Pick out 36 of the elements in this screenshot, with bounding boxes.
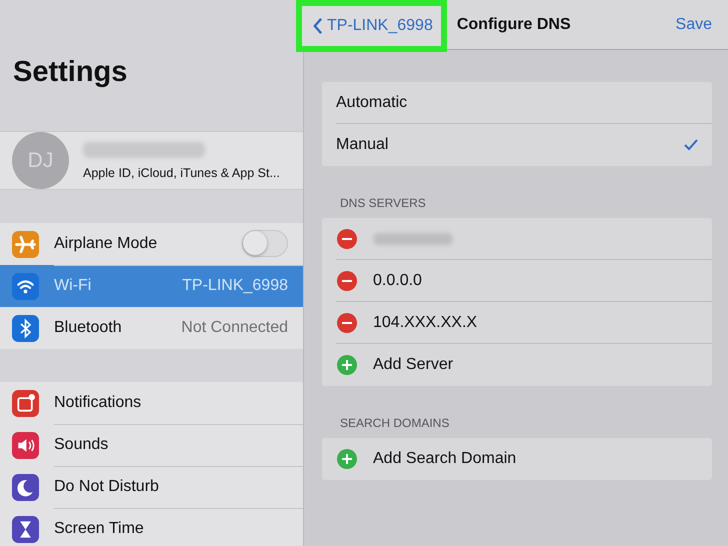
server-address: 0.0.0.0	[373, 272, 422, 290]
row-label: Bluetooth	[54, 319, 122, 337]
dns-mode-option[interactable]: Manual	[322, 124, 712, 166]
add-row-label[interactable]: Add Search Domain	[373, 450, 516, 468]
dns-mode-option[interactable]: Automatic	[322, 82, 712, 124]
settings-title: Settings	[13, 55, 128, 90]
toggle-switch[interactable]	[242, 230, 288, 257]
row-label: Wi-Fi	[54, 277, 92, 295]
settings-row[interactable]: Do Not Disturb	[0, 466, 303, 508]
add-icon[interactable]	[337, 355, 357, 375]
save-button[interactable]: Save	[676, 16, 712, 34]
remove-icon[interactable]	[337, 271, 357, 291]
section-header: SEARCH DOMAINS	[339, 415, 450, 432]
row-label: Airplane Mode	[54, 234, 158, 252]
add-icon[interactable]	[337, 449, 357, 469]
row-label: Sounds	[54, 436, 108, 454]
remove-icon[interactable]	[337, 229, 357, 249]
settings-row[interactable]: Airplane Mode	[0, 223, 303, 265]
settings-row[interactable]: Screen Time	[0, 508, 303, 546]
settings-row[interactable]: Notifications	[0, 382, 303, 424]
row-value: TP-LINK_6998	[182, 277, 288, 295]
row-label: Notifications	[54, 394, 142, 412]
chevron-icon	[312, 16, 323, 34]
profile-subtitle: Apple ID, iCloud, iTunes & App St...	[83, 166, 280, 180]
remove-icon[interactable]	[337, 313, 357, 333]
row-label: Do Not Disturb	[54, 478, 159, 496]
section-header: DNS SERVERS	[339, 195, 427, 212]
back-button[interactable]: TP-LINK_6998	[296, 0, 447, 52]
server-address: 104.XXX.XX.X	[373, 314, 478, 332]
row-label: Screen Time	[54, 520, 144, 538]
add-row-label[interactable]: Add Server	[373, 356, 454, 374]
nav-title: Configure DNS	[456, 16, 571, 34]
settings-row[interactable]: Bluetooth Not Connected	[0, 307, 303, 349]
checkmark-icon	[684, 139, 698, 151]
settings-row[interactable]: Sounds	[0, 424, 303, 466]
row-value: Not Connected	[181, 319, 288, 337]
